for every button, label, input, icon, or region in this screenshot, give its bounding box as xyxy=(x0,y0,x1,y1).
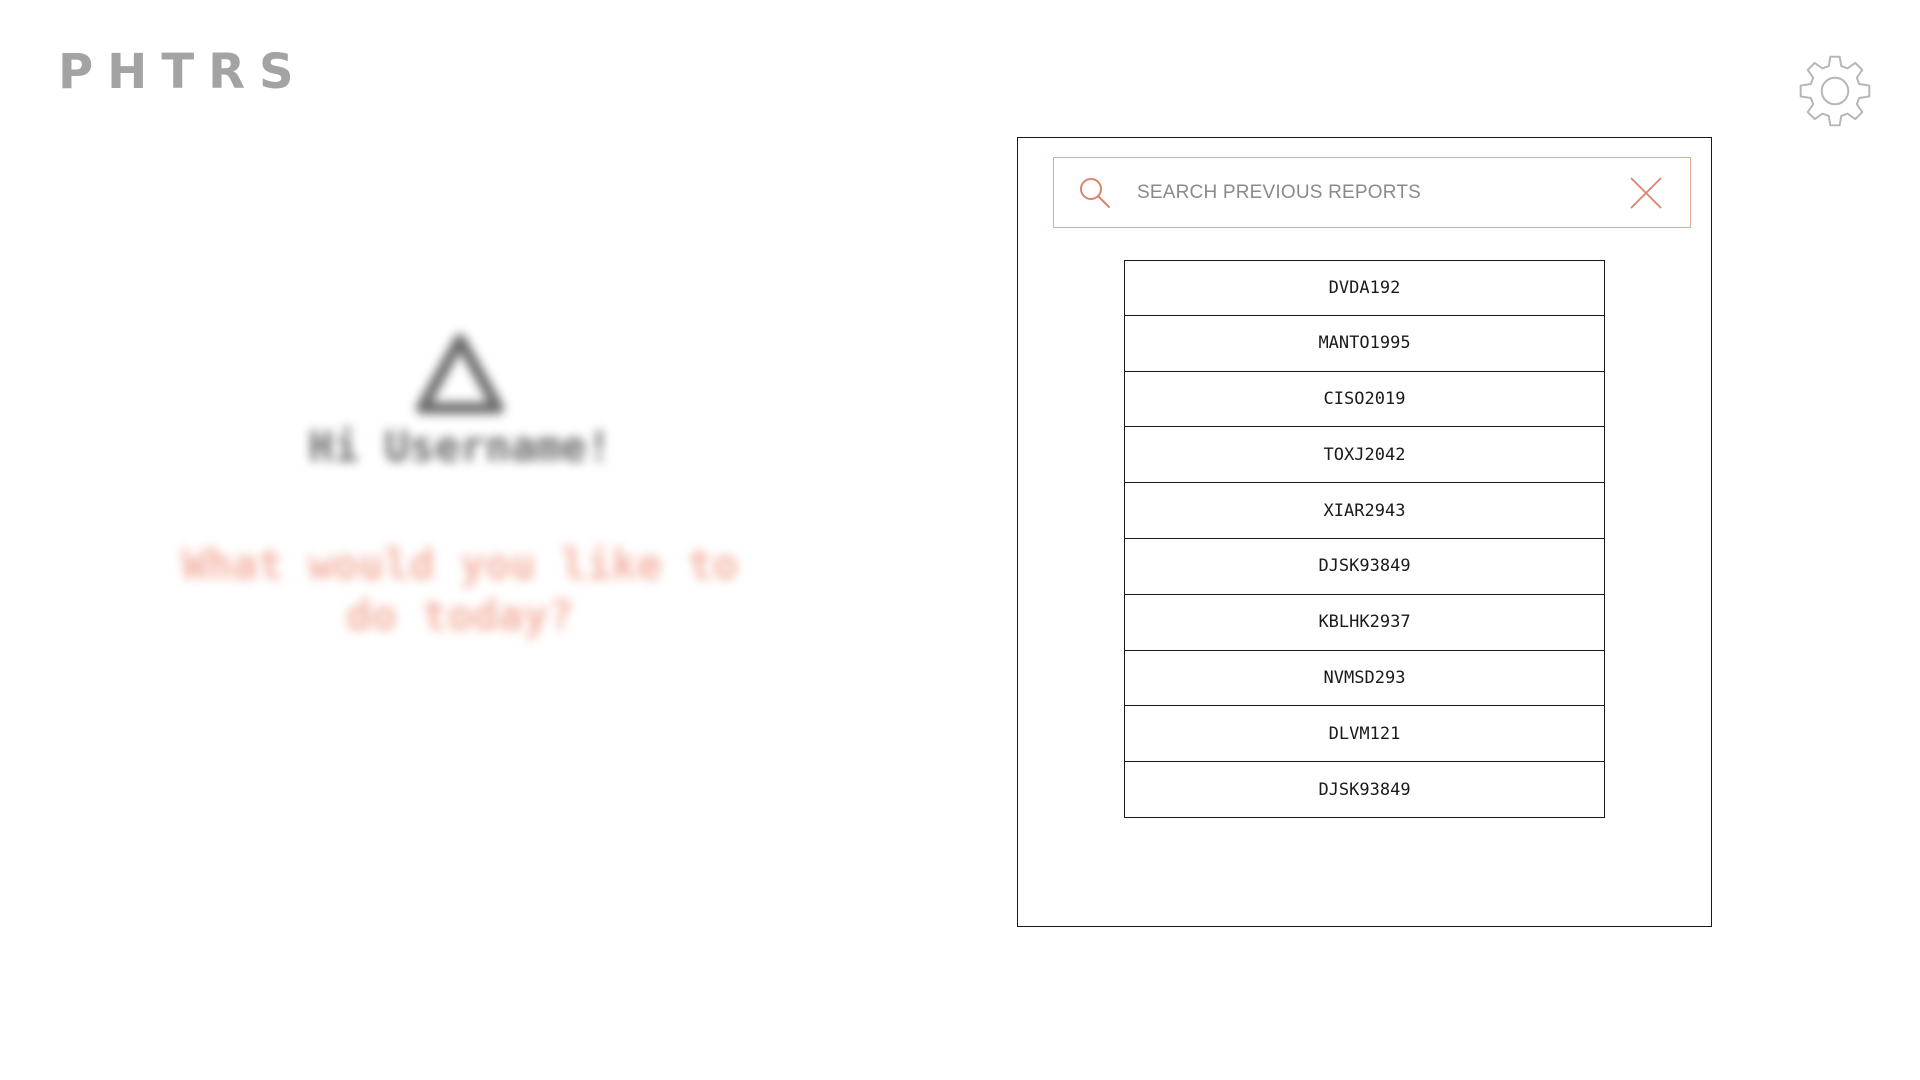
search-icon[interactable] xyxy=(1077,175,1113,211)
report-item[interactable]: CISO2019 xyxy=(1124,371,1605,428)
welcome-question: What would you like to do today? xyxy=(181,540,739,640)
report-item[interactable]: DJSK93849 xyxy=(1124,538,1605,595)
report-item[interactable]: NVMSD293 xyxy=(1124,650,1605,707)
report-item[interactable]: TOXJ2042 xyxy=(1124,427,1605,484)
gear-icon[interactable] xyxy=(1796,52,1874,130)
close-icon[interactable] xyxy=(1628,175,1664,211)
search-input[interactable] xyxy=(1135,171,1628,214)
welcome-section: Hi Username! What would you like to do t… xyxy=(160,330,760,641)
report-item[interactable]: DVDA192 xyxy=(1124,260,1605,316)
report-item[interactable]: MANTO1995 xyxy=(1124,315,1605,372)
app-logo: PHTRS xyxy=(58,44,308,100)
search-bar xyxy=(1053,157,1691,228)
reports-list: DVDA192 MANTO1995 CISO2019 TOXJ2042 XIAR… xyxy=(1124,260,1605,818)
triangle-icon xyxy=(416,334,504,414)
report-item[interactable]: DJSK93849 xyxy=(1124,762,1605,818)
greeting-text: Hi Username! xyxy=(308,422,612,471)
report-item[interactable]: KBLHK2937 xyxy=(1124,594,1605,651)
report-item[interactable]: DLVM121 xyxy=(1124,706,1605,763)
report-item[interactable]: XIAR2943 xyxy=(1124,483,1605,539)
reports-panel: DVDA192 MANTO1995 CISO2019 TOXJ2042 XIAR… xyxy=(1017,137,1712,927)
